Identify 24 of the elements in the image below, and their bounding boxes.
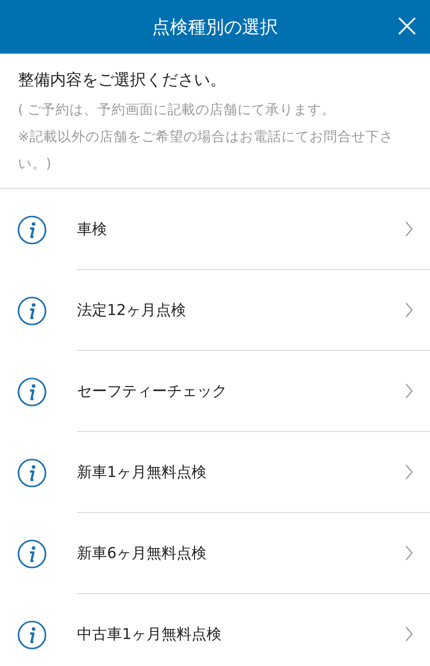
inspection-type-item[interactable]: 新車6ヶ月無料点検 (77, 513, 430, 594)
chevron-right-icon (404, 464, 414, 480)
info-icon[interactable] (17, 296, 47, 326)
note-text: ※記載以外の店舗をご希望の場合はお電話にてお問合せ下さい。) (18, 128, 394, 174)
info-icon[interactable] (17, 458, 47, 488)
chevron-right-icon (404, 545, 414, 561)
chevron-right-icon (404, 626, 414, 642)
instruction-text: 整備内容をご選択ください。 (18, 70, 227, 91)
note-text: ( ご予約は、予約画面に記載の店舗にて承ります。 (18, 101, 337, 120)
inspection-type-item[interactable]: 中古車1ヶ月無料点検 (77, 594, 430, 666)
inspection-type-item[interactable]: 車検 (77, 189, 430, 270)
inspection-type-item[interactable]: 法定12ヶ月点検 (77, 270, 430, 351)
info-icon[interactable] (17, 376, 47, 406)
inspection-type-item[interactable]: セーフティーチェック (77, 351, 430, 432)
close-button[interactable] (398, 17, 416, 35)
close-icon (398, 17, 416, 35)
chevron-right-icon (404, 302, 414, 318)
info-icon[interactable] (17, 214, 47, 244)
chevron-right-icon (404, 221, 414, 237)
chevron-right-icon (404, 383, 414, 399)
inspection-type-item[interactable]: 新車1ヶ月無料点検 (77, 432, 430, 513)
info-icon[interactable] (17, 620, 47, 650)
screen-title: 点検種別の選択 (152, 16, 278, 38)
info-icon[interactable] (17, 538, 47, 568)
